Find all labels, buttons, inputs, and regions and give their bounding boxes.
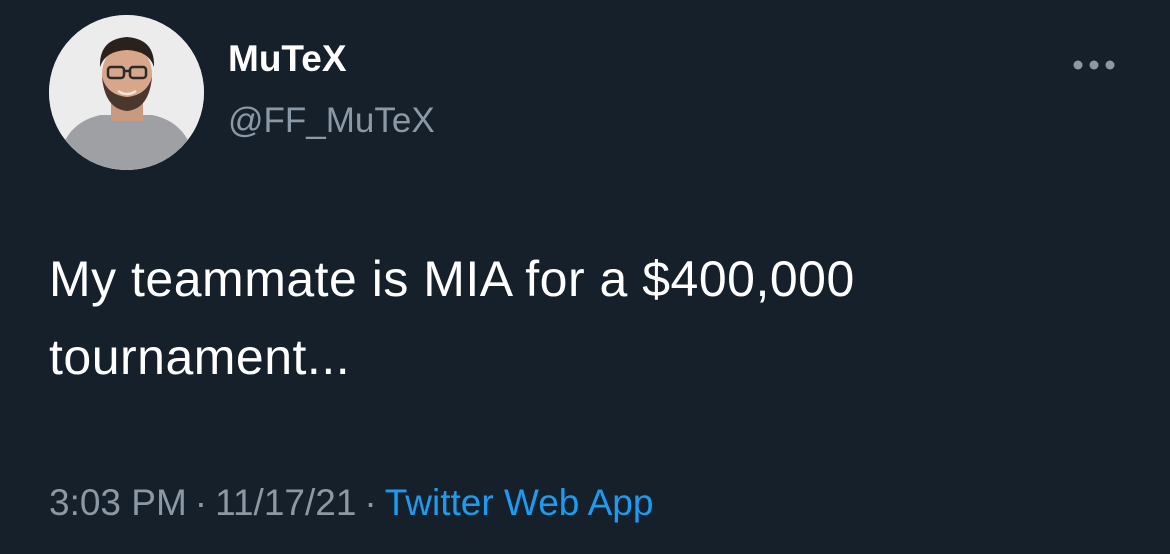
avatar[interactable] [49,15,204,170]
avatar-image [49,15,204,170]
more-options-button[interactable] [1062,45,1126,85]
author-handle[interactable]: @FF_MuTeX [228,103,435,138]
tweet-source-link[interactable]: Twitter Web App [385,482,654,523]
separator-dot: · [194,482,208,523]
tweet-date[interactable]: 11/17/21 [215,482,356,523]
tweet-card: MuTeX @FF_MuTeX My teammate is MIA for a… [0,0,1170,554]
tweet-metadata: 3:03 PM · 11/17/21 · Twitter Web App [49,480,653,526]
author-display-name[interactable]: MuTeX [228,40,347,77]
tweet-text: My teammate is MIA for a $400,000 tourna… [49,251,855,385]
ellipsis-icon [1073,60,1115,70]
separator-dot: · [364,482,377,523]
tweet-time[interactable]: 3:03 PM [49,482,187,523]
